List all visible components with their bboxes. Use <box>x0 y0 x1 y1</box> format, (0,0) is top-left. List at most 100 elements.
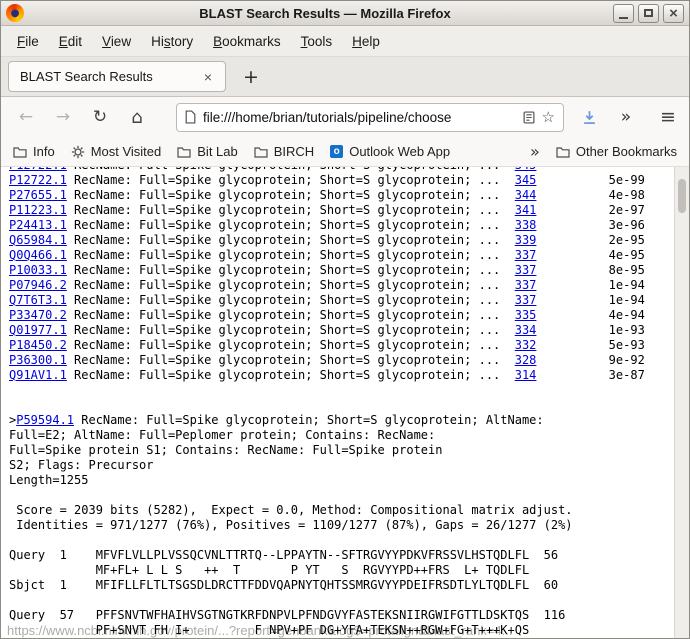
subject-accession-link[interactable]: P59594.1 <box>16 413 74 427</box>
hit-accession-link[interactable]: Q91AV1.1 <box>9 368 67 382</box>
menu-bookmarks[interactable]: Bookmarks <box>203 30 291 53</box>
menu-view[interactable]: View <box>92 30 141 53</box>
hit-description: RecName: Full=Spike glycoprotein; Short=… <box>67 308 515 322</box>
hit-row: P11223.1 RecName: Full=Spike glycoprotei… <box>9 203 689 218</box>
menu-edit[interactable]: Edit <box>49 30 92 53</box>
hit-score-link[interactable]: 337 <box>515 293 537 307</box>
hit-accession-link[interactable]: P11223.1 <box>9 203 67 217</box>
minimize-button[interactable] <box>613 4 634 23</box>
hit-score-link[interactable]: 344 <box>515 188 537 202</box>
hit-accession-link[interactable]: P24413.1 <box>9 218 67 232</box>
hit-evalue: 2e-97 <box>536 203 644 217</box>
reader-mode-icon[interactable] <box>523 111 535 124</box>
hit-row: Q91AV1.1 RecName: Full=Spike glycoprotei… <box>9 368 689 383</box>
window-controls: × <box>613 4 684 23</box>
hit-description: RecName: Full=Spike glycoprotein; Short=… <box>67 173 515 187</box>
bookmark-bit-lab[interactable]: Bit Lab <box>177 144 237 159</box>
hit-accession-link[interactable]: Q7T6T3.1 <box>9 293 67 307</box>
hit-accession-link[interactable]: P12722.1 <box>9 167 67 172</box>
menu-help[interactable]: Help <box>342 30 390 53</box>
forward-button[interactable]: → <box>50 107 76 127</box>
hit-score-link[interactable]: 345 <box>515 173 537 187</box>
hit-evalue: 8e-95 <box>536 263 644 277</box>
reload-button[interactable]: ↻ <box>87 107 113 127</box>
folder-icon <box>177 146 191 158</box>
hit-description: RecName: Full=Spike glycoprotein; Short=… <box>67 278 515 292</box>
hit-accession-link[interactable]: P27655.1 <box>9 188 67 202</box>
scrollbar-thumb[interactable] <box>678 179 686 213</box>
tab-close-icon[interactable]: × <box>202 69 214 85</box>
hit-score-link[interactable]: 337 <box>515 278 537 292</box>
hit-accession-link[interactable]: P12722.1 <box>9 173 67 187</box>
back-button[interactable]: ← <box>13 107 39 127</box>
title-bar[interactable]: BLAST Search Results — Mozilla Firefox × <box>1 1 689 26</box>
hit-accession-link[interactable]: P18450.2 <box>9 338 67 352</box>
bookmark-label: Bit Lab <box>197 144 237 159</box>
hit-score-link[interactable]: 338 <box>515 218 537 232</box>
hit-accession-link[interactable]: Q01977.1 <box>9 323 67 337</box>
bookmark-label: Info <box>33 144 55 159</box>
hit-accession-link[interactable]: P10033.1 <box>9 263 67 277</box>
hit-row: P07946.2 RecName: Full=Spike glycoprotei… <box>9 278 689 293</box>
close-button[interactable]: × <box>663 4 684 23</box>
hit-score-link[interactable]: 345 <box>515 167 537 172</box>
gear-icon <box>71 145 85 159</box>
bookmark-most-visited[interactable]: Most Visited <box>71 144 162 159</box>
hit-accession-link[interactable]: Q0Q466.1 <box>9 248 67 262</box>
bookmark-birch[interactable]: BIRCH <box>254 144 314 159</box>
hit-score-link[interactable]: 337 <box>515 263 537 277</box>
home-button[interactable]: ⌂ <box>124 107 150 128</box>
hit-description: RecName: Full=Spike glycoprotein; Short=… <box>67 167 515 172</box>
menu-history[interactable]: History <box>141 30 203 53</box>
hit-accession-link[interactable]: P36300.1 <box>9 353 67 367</box>
hit-description: RecName: Full=Spike glycoprotein; Short=… <box>67 263 515 277</box>
hit-evalue: 1e-94 <box>536 278 644 292</box>
menu-tools[interactable]: Tools <box>291 30 343 53</box>
bookmark-other-bookmarks[interactable]: Other Bookmarks <box>556 144 677 159</box>
hit-row: P12722.1 RecName: Full=Spike glycoprotei… <box>9 173 689 188</box>
address-bar[interactable]: file:///home/brian/tutorials/pipeline/ch… <box>176 103 564 132</box>
app-menu-button[interactable]: ≡ <box>655 106 681 128</box>
hit-score-link[interactable]: 337 <box>515 248 537 262</box>
new-tab-button[interactable]: + <box>243 66 259 88</box>
hit-score-link[interactable]: 341 <box>515 203 537 217</box>
hit-description: RecName: Full=Spike glycoprotein; Short=… <box>67 233 515 247</box>
hit-evalue: 4e-94 <box>536 308 644 322</box>
hit-description: RecName: Full=Spike glycoprotein; Short=… <box>67 188 515 202</box>
page-icon <box>185 110 196 124</box>
tab-title: BLAST Search Results <box>20 69 202 84</box>
blast-results-page: P12722.1 RecName: Full=Spike glycoprotei… <box>1 167 689 638</box>
hit-evalue <box>536 167 608 172</box>
hit-evalue: 4e-95 <box>536 248 644 262</box>
bookmarks-overflow-button[interactable]: » <box>530 142 540 161</box>
hit-score-link[interactable]: 334 <box>515 323 537 337</box>
hit-evalue: 1e-93 <box>536 323 644 337</box>
hit-score-link[interactable]: 332 <box>515 338 537 352</box>
hit-score-link[interactable]: 328 <box>515 353 537 367</box>
hit-score-link[interactable]: 339 <box>515 233 537 247</box>
hit-accession-link[interactable]: P33470.2 <box>9 308 67 322</box>
maximize-button[interactable] <box>638 4 659 23</box>
bookmark-label: Outlook Web App <box>349 144 450 159</box>
bookmark-label: Most Visited <box>91 144 162 159</box>
hit-evalue: 4e-98 <box>536 188 644 202</box>
hit-description: RecName: Full=Spike glycoprotein; Short=… <box>67 338 515 352</box>
hit-score-link[interactable]: 314 <box>515 368 537 382</box>
scrollbar[interactable] <box>674 167 689 639</box>
hit-evalue: 3e-87 <box>536 368 644 382</box>
hit-description: RecName: Full=Spike glycoprotein; Short=… <box>67 218 515 232</box>
bookmark-star-icon[interactable]: ☆ <box>542 108 555 126</box>
hit-accession-link[interactable]: Q65984.1 <box>9 233 67 247</box>
downloads-button[interactable] <box>582 110 597 125</box>
hit-accession-link[interactable]: P07946.2 <box>9 278 67 292</box>
hit-evalue: 5e-99 <box>536 173 644 187</box>
toolbar-overflow-button[interactable]: » <box>613 107 639 127</box>
hit-score-link[interactable]: 335 <box>515 308 537 322</box>
hit-row: P33470.2 RecName: Full=Spike glycoprotei… <box>9 308 689 323</box>
hit-row: Q7T6T3.1 RecName: Full=Spike glycoprotei… <box>9 293 689 308</box>
bookmark-outlook-web-app[interactable]: oOutlook Web App <box>330 144 450 159</box>
window-title: BLAST Search Results — Mozilla Firefox <box>41 6 609 21</box>
tab-blast-search-results[interactable]: BLAST Search Results × <box>8 61 226 92</box>
menu-file[interactable]: File <box>7 30 49 53</box>
bookmark-info[interactable]: Info <box>13 144 55 159</box>
